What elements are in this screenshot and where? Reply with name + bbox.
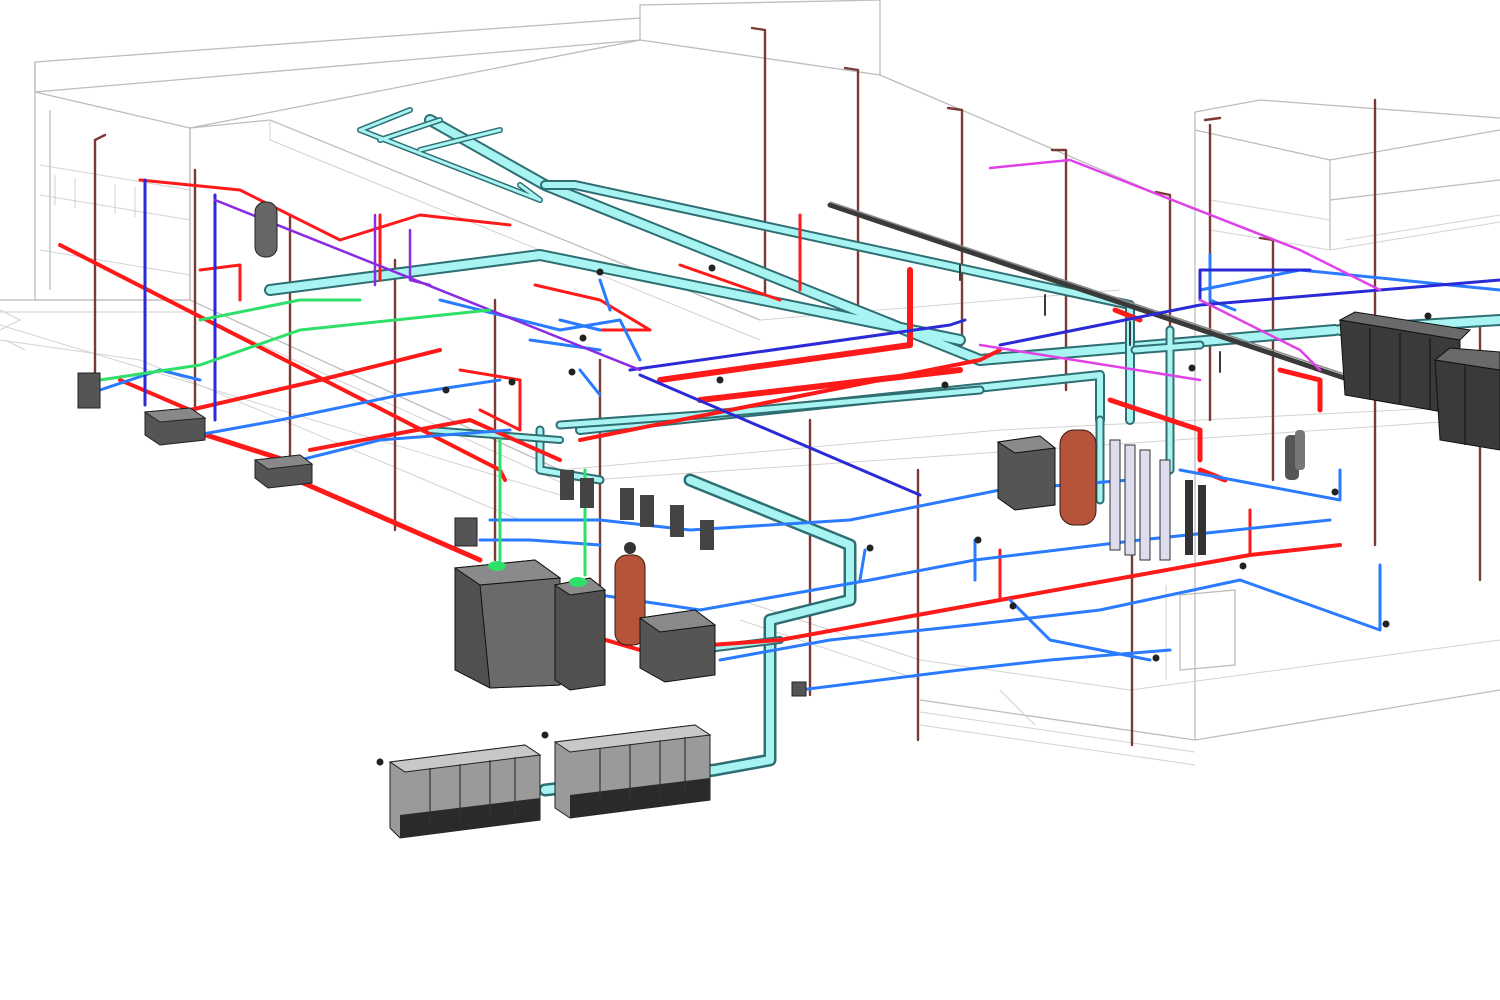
chiller-2 [553,724,712,819]
chiller-1 [388,744,542,839]
building-outline [0,0,1500,766]
mep-piping-3d-view [0,0,1500,1000]
chiller-units-rear [1338,311,1500,451]
chiller-units-front [388,724,712,839]
equipment [77,201,1305,697]
cyan-main-headers [264,107,1500,797]
model-canvas [0,0,1500,839]
